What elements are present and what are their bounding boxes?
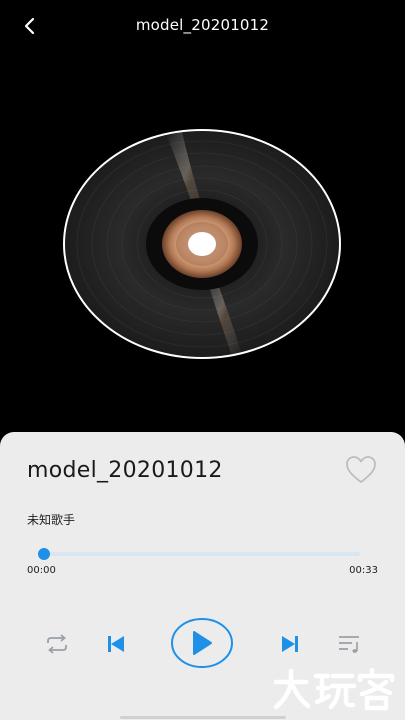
song-title: model_20201012 (27, 458, 223, 483)
progress-knob[interactable] (38, 548, 50, 560)
favorite-button[interactable] (344, 454, 378, 486)
progress-bar[interactable] (44, 552, 360, 556)
repeat-icon (47, 634, 67, 654)
watermark-logo (272, 667, 396, 712)
artist-name: 未知歌手 (27, 513, 76, 527)
playlist-icon (339, 636, 359, 653)
skip-next-icon (282, 636, 298, 652)
vinyl-disc-artwork (62, 128, 342, 360)
total-time: 00:33 (349, 565, 378, 576)
page-title: model_20201012 (135, 16, 270, 34)
current-time: 00:00 (27, 565, 56, 576)
chevron-left-icon (24, 17, 35, 35)
home-indicator (120, 716, 286, 719)
music-player-screen: model_20201012 model_20201012 未知歌手 00:00… (0, 0, 405, 720)
next-button[interactable] (277, 632, 303, 656)
playlist-button[interactable] (337, 632, 363, 656)
top-bar: model_20201012 (0, 0, 405, 52)
heart-outline-icon (346, 456, 376, 483)
previous-button[interactable] (103, 632, 129, 656)
play-button[interactable] (171, 618, 233, 668)
skip-previous-icon (108, 636, 124, 652)
repeat-button[interactable] (42, 632, 72, 656)
play-icon (171, 618, 233, 668)
back-button[interactable] (14, 12, 44, 40)
